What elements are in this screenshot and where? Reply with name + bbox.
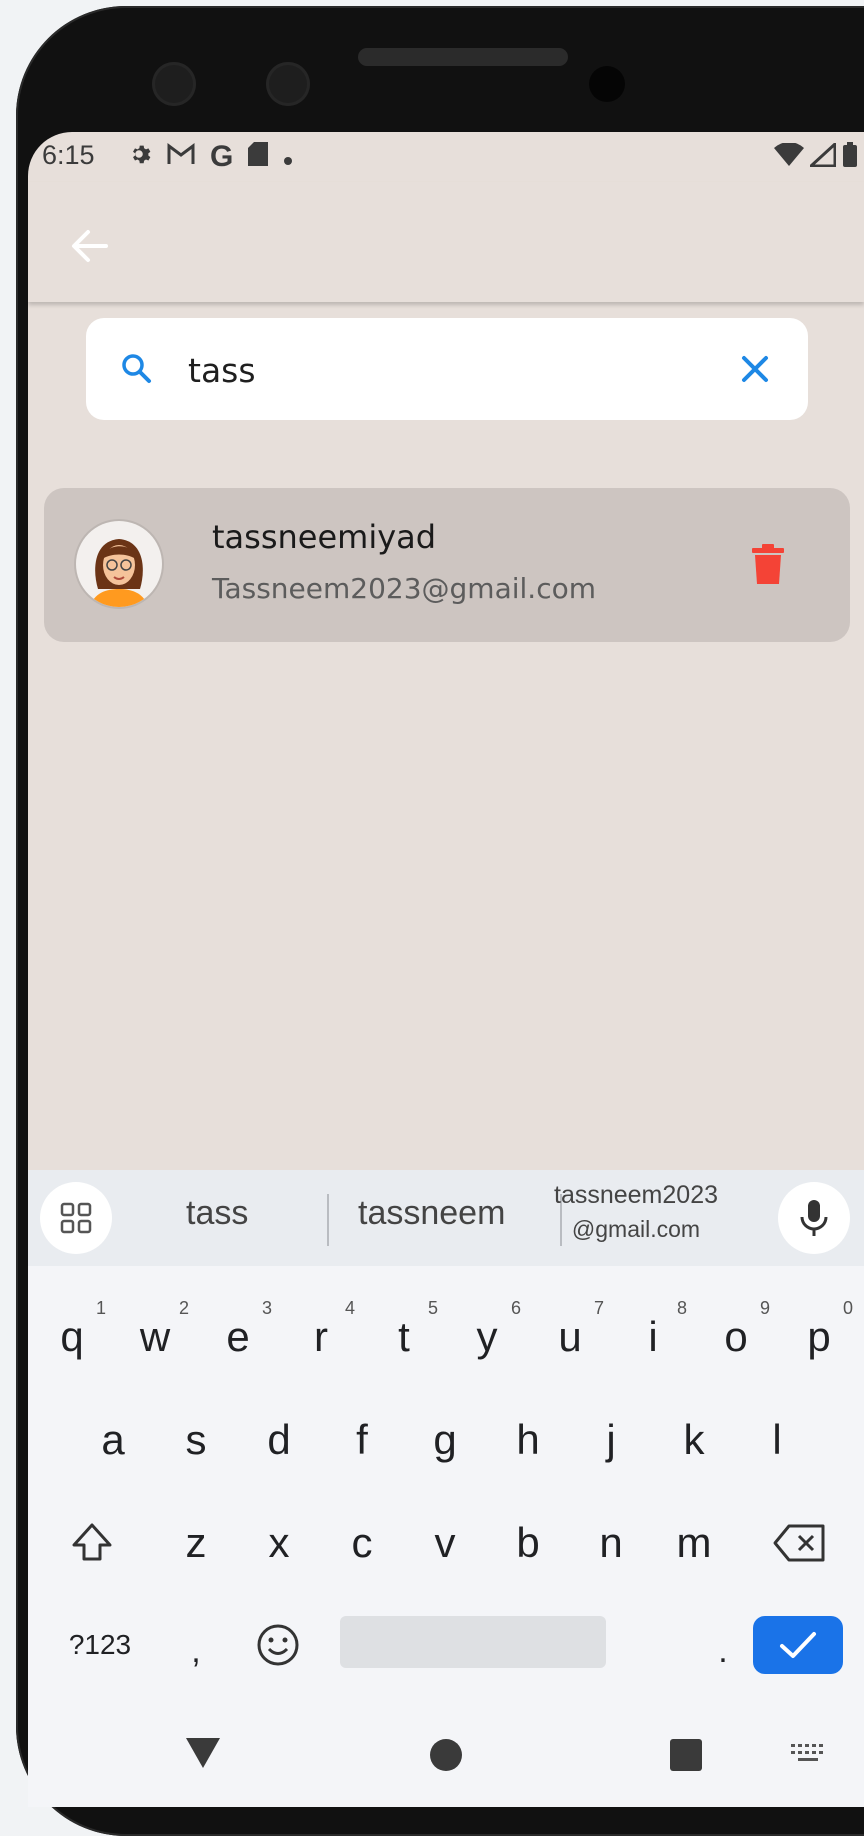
shift-key[interactable] (52, 1498, 132, 1588)
app-screen: 6:15 G tass tassneemiyad Tassneem2023@gm… (28, 132, 864, 1807)
key-u[interactable]: u7 (530, 1292, 610, 1382)
key-s[interactable]: s (156, 1395, 236, 1485)
key-k[interactable]: k (654, 1395, 734, 1485)
circle-icon (430, 1739, 462, 1771)
enter-key[interactable] (753, 1616, 843, 1674)
arrow-left-icon (72, 230, 108, 262)
key-a[interactable]: a (73, 1395, 153, 1485)
key-d[interactable]: d (239, 1395, 319, 1485)
front-camera (152, 62, 196, 106)
search-input[interactable] (186, 344, 730, 396)
key-i[interactable]: i8 (613, 1292, 693, 1382)
battery-icon (842, 142, 858, 175)
suggestion-3-line1: tassneem2023 (554, 1181, 719, 1209)
user-result-card[interactable]: tassneemiyad Tassneem2023@gmail.com (44, 488, 850, 642)
earpiece-speaker (358, 48, 568, 66)
nav-recents-button[interactable] (669, 1738, 703, 1776)
result-username: tassneemiyad (212, 518, 437, 556)
key-h[interactable]: h (488, 1395, 568, 1485)
key-y[interactable]: y6 (447, 1292, 527, 1382)
square-icon (670, 1739, 702, 1771)
suggestion-divider (327, 1194, 329, 1246)
key-j[interactable]: j (571, 1395, 651, 1485)
search-bar (86, 318, 808, 420)
front-camera (266, 62, 310, 106)
key-b[interactable]: b (488, 1498, 568, 1588)
trash-icon (752, 544, 784, 584)
key-p[interactable]: p0 (779, 1292, 859, 1382)
result-email: Tassneem2023@gmail.com (212, 572, 597, 605)
key-m[interactable]: m (654, 1498, 734, 1588)
keyboard-row-2: a s d f g h j k l (28, 1395, 864, 1485)
key-w[interactable]: w2 (115, 1292, 195, 1382)
checkmark-icon (780, 1632, 816, 1658)
close-icon (742, 356, 768, 382)
key-t[interactable]: t5 (364, 1292, 444, 1382)
key-c[interactable]: c (322, 1498, 402, 1588)
status-time: 6:15 (42, 140, 95, 170)
delete-user-button[interactable] (752, 544, 784, 588)
keyboard-icon (791, 1744, 823, 1761)
suggestion-1[interactable]: tass (186, 1194, 248, 1233)
nav-back-button[interactable] (184, 1736, 222, 1774)
search-icon (120, 352, 152, 388)
sd-card-icon (247, 141, 269, 174)
emoji-icon (257, 1624, 299, 1666)
emoji-key[interactable] (238, 1616, 318, 1674)
suggestion-2[interactable]: tassneem (358, 1194, 505, 1233)
key-z[interactable]: z (156, 1498, 236, 1588)
signal-icon (807, 140, 837, 174)
key-g[interactable]: g (405, 1395, 485, 1485)
key-f[interactable]: f (322, 1395, 402, 1485)
shift-icon (72, 1523, 112, 1561)
gmail-icon (166, 142, 196, 173)
system-icons (774, 140, 858, 175)
wifi-icon (774, 142, 804, 174)
back-button[interactable] (66, 222, 114, 270)
grid-icon (60, 1202, 92, 1234)
dot-icon (283, 142, 293, 173)
key-q[interactable]: q1 (32, 1292, 112, 1382)
voice-input-button[interactable] (778, 1182, 850, 1254)
avatar (76, 521, 162, 607)
comma-key[interactable]: , (156, 1616, 236, 1686)
keyboard-row-3: z x c v b n m (28, 1498, 864, 1588)
keyboard-switch-button[interactable] (790, 1742, 826, 1770)
backspace-icon (773, 1524, 825, 1562)
clear-search-button[interactable] (740, 354, 770, 388)
keyboard-row-4: ?123 , . (28, 1616, 864, 1706)
key-e[interactable]: e3 (198, 1292, 278, 1382)
settings-icon (126, 141, 152, 174)
system-nav-bar (28, 1712, 864, 1807)
symbols-key[interactable]: ?123 (52, 1616, 148, 1674)
key-v[interactable]: v (405, 1498, 485, 1588)
app-bar (28, 182, 864, 302)
key-r[interactable]: r4 (281, 1292, 361, 1382)
suggestion-3-line2: @gmail.com (571, 1216, 701, 1242)
key-l[interactable]: l (737, 1395, 817, 1485)
key-o[interactable]: o9 (696, 1292, 776, 1382)
status-bar: 6:15 G (28, 132, 864, 182)
key-x[interactable]: x (239, 1498, 319, 1588)
suggestion-3[interactable]: tassneem2023 @gmail.com (554, 1178, 718, 1246)
backspace-key[interactable] (760, 1498, 840, 1588)
period-key[interactable]: . (683, 1616, 763, 1686)
microphone-icon (800, 1200, 828, 1236)
key-n[interactable]: n (571, 1498, 651, 1588)
triangle-down-icon (186, 1738, 220, 1768)
space-key[interactable] (340, 1616, 606, 1668)
keyboard-row-1: q1 w2 e3 r4 t5 y6 u7 i8 o9 p0 (28, 1292, 864, 1382)
suggestion-strip: tass tassneem tassneem2023 @gmail.com (28, 1170, 864, 1266)
notification-icons: G (126, 140, 293, 174)
keyboard-menu-button[interactable] (40, 1182, 112, 1254)
nav-home-button[interactable] (429, 1738, 463, 1776)
proximity-sensor (589, 66, 625, 102)
google-icon: G (210, 140, 234, 173)
